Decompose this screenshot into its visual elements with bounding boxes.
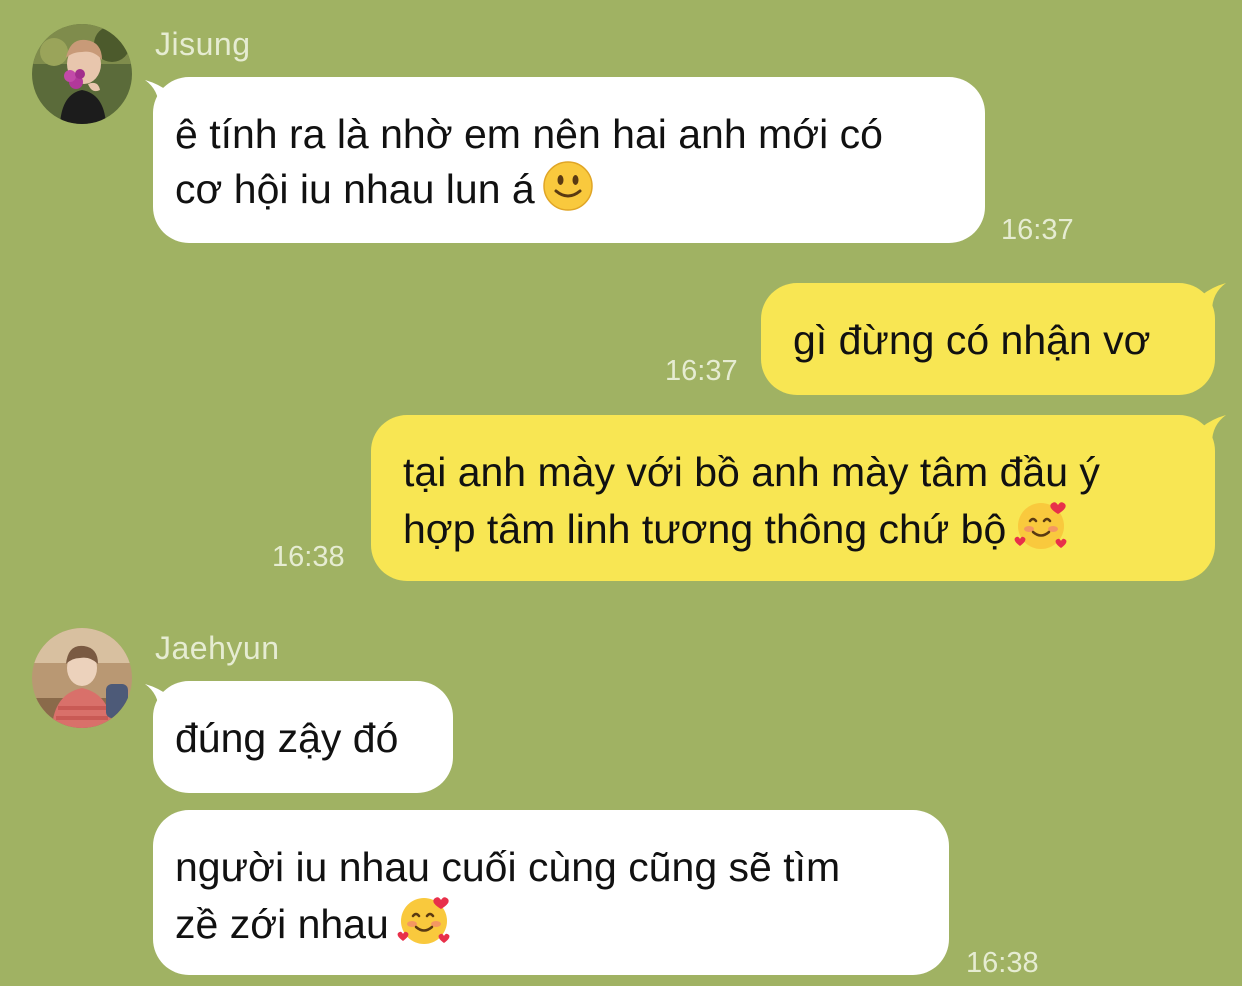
smiling-face-with-hearts-icon <box>1014 499 1070 551</box>
sender-name-jisung: Jisung <box>155 26 251 62</box>
message-timestamp: 16:38 <box>966 947 1039 979</box>
message-text-line: đúng zậy đó <box>175 715 399 761</box>
message-text-line: cơ hội iu nhau lun á <box>175 161 985 216</box>
message-text-line: ê tính ra là nhờ em nên hai anh mới có <box>175 111 883 157</box>
outgoing-message-bubble[interactable]: gì đừng có nhận vơ <box>761 283 1215 395</box>
avatar-jaehyun[interactable] <box>32 628 132 728</box>
outgoing-message-bubble[interactable]: tại anh mày với bồ anh mày tâm đầu ý hợp… <box>371 415 1215 581</box>
smiling-face-with-hearts-icon <box>397 894 453 946</box>
incoming-message-bubble[interactable]: đúng zậy đó <box>153 681 453 793</box>
message-text-line-content: hợp tâm linh tương thông chứ bộ <box>403 506 1007 552</box>
message-text-line: tại anh mày với bồ anh mày tâm đầu ý <box>403 449 1100 495</box>
message-text-line: zề zới nhau <box>175 894 949 951</box>
message-timestamp: 16:37 <box>1001 214 1074 246</box>
message-timestamp: 16:37 <box>665 355 738 387</box>
sender-name-jaehyun: Jaehyun <box>155 630 280 666</box>
profile-photo-icon <box>32 24 132 124</box>
message-text-line: người iu nhau cuối cùng cũng sẽ tìm <box>175 844 841 890</box>
avatar-jisung[interactable] <box>32 24 132 124</box>
incoming-message-bubble[interactable]: người iu nhau cuối cùng cũng sẽ tìm zề z… <box>153 810 949 975</box>
message-text-line-content: cơ hội iu nhau lun á <box>175 166 535 212</box>
message-text-line: hợp tâm linh tương thông chứ bộ <box>403 499 1215 556</box>
incoming-message-bubble[interactable]: ê tính ra là nhờ em nên hai anh mới có c… <box>153 77 985 243</box>
message-timestamp: 16:38 <box>272 541 345 573</box>
slightly-smiling-face-icon <box>542 161 593 211</box>
message-text-line-content: zề zới nhau <box>175 901 389 947</box>
message-text-line: gì đừng có nhận vơ <box>793 317 1151 363</box>
profile-photo-icon <box>32 628 132 728</box>
